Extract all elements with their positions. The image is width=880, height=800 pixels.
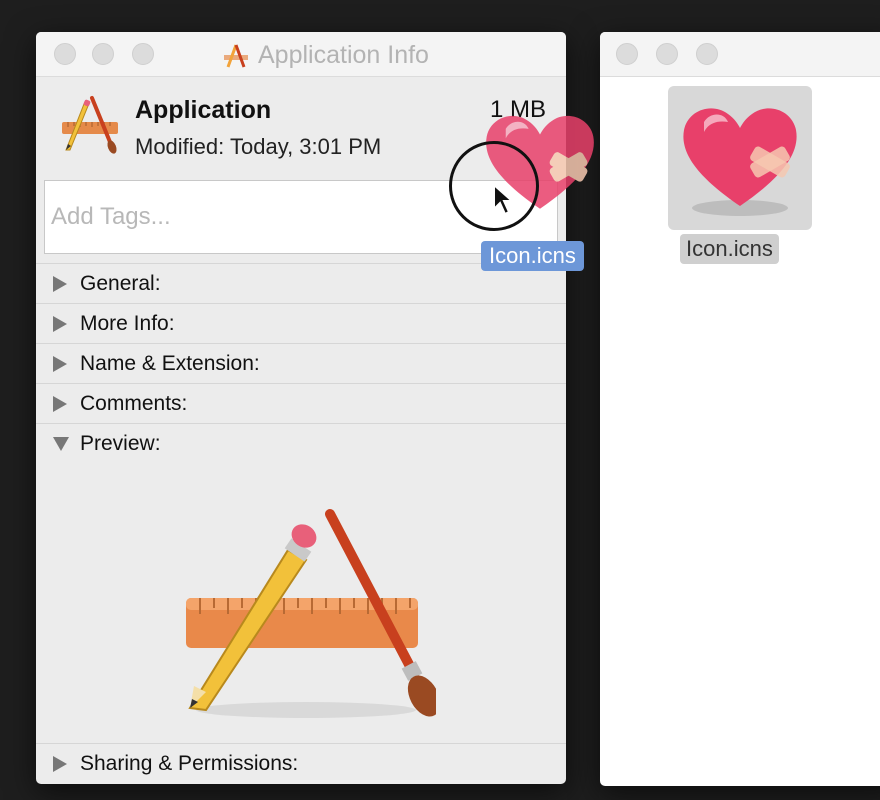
minimize-button[interactable] (656, 43, 678, 65)
section-name-extension[interactable]: Name & Extension: (36, 343, 566, 384)
modified-value: Today, 3:01 PM (230, 134, 382, 159)
finder-file-name[interactable]: Icon.icns (680, 234, 779, 264)
section-label: Sharing & Permissions: (80, 752, 299, 775)
modified-label: Modified: (135, 134, 225, 159)
disclosure-triangle-open-icon[interactable] (53, 437, 69, 451)
section-label: Comments: (80, 392, 188, 415)
app-icon-small (224, 44, 248, 68)
close-button[interactable] (54, 43, 76, 65)
finder-file-item[interactable] (668, 86, 812, 230)
minimize-button[interactable] (92, 43, 114, 65)
finder-window: Icon.icns (600, 32, 880, 786)
info-titlebar[interactable]: Application Info (36, 32, 566, 77)
disclosure-triangle-icon[interactable] (53, 756, 67, 772)
section-label: General: (80, 272, 161, 295)
section-label: Preview: (80, 432, 161, 455)
app-store-icon (62, 96, 118, 154)
section-comments[interactable]: Comments: (36, 383, 566, 424)
finder-titlebar[interactable] (600, 32, 880, 77)
zoom-button[interactable] (696, 43, 718, 65)
disclosure-triangle-icon[interactable] (53, 396, 67, 412)
app-name: Application (135, 96, 272, 124)
section-label: More Info: (80, 312, 175, 335)
window-title-text: Application Info (258, 40, 429, 69)
heart-icon (683, 108, 797, 216)
drag-file-label: Icon.icns (481, 241, 584, 271)
disclosure-triangle-icon[interactable] (53, 356, 67, 372)
pointer-cursor-icon (493, 183, 515, 216)
section-label: Name & Extension: (80, 352, 260, 375)
section-sharing-permissions[interactable]: Sharing & Permissions: (36, 743, 566, 784)
close-button[interactable] (616, 43, 638, 65)
zoom-button[interactable] (132, 43, 154, 65)
section-more-info[interactable]: More Info: (36, 303, 566, 344)
disclosure-triangle-icon[interactable] (53, 276, 67, 292)
app-preview-icon (186, 509, 436, 718)
disclosure-triangle-icon[interactable] (53, 316, 67, 332)
window-title: Application Info (222, 40, 429, 70)
modified-row: Modified: Today, 3:01 PM (135, 134, 381, 160)
section-preview[interactable]: Preview: (36, 423, 566, 464)
